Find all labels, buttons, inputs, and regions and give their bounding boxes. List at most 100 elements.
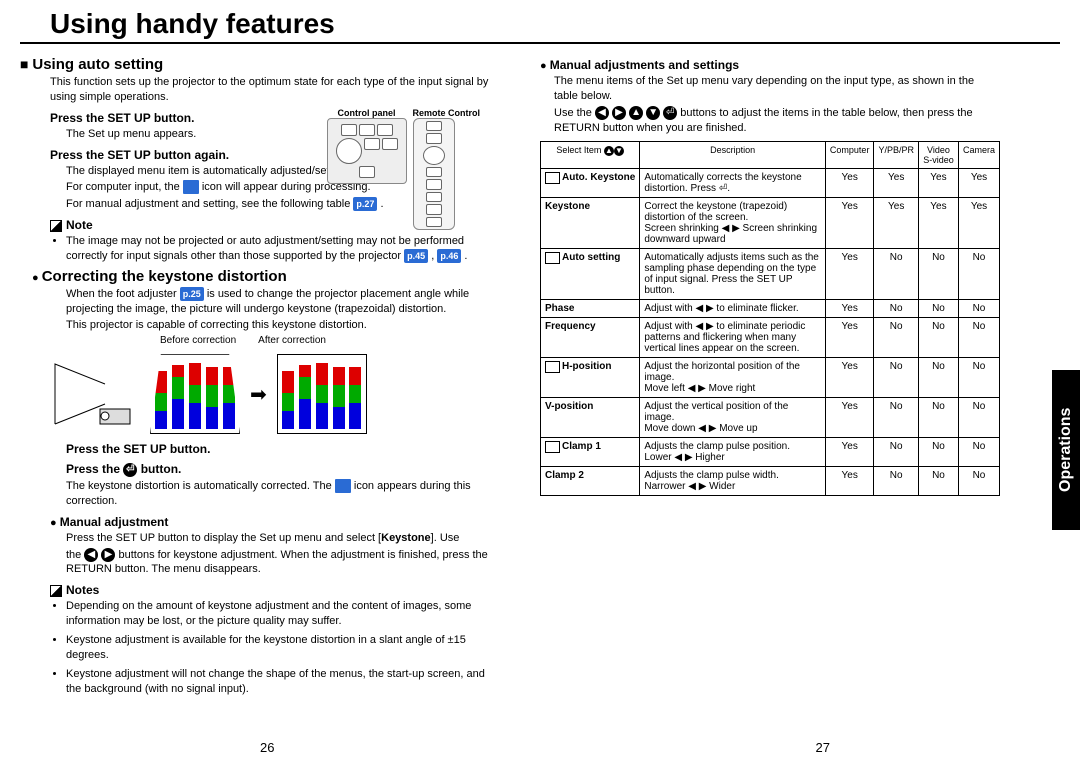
device-illustration: Control panel Remote Control <box>327 108 481 230</box>
row-value: No <box>874 318 919 358</box>
manual-p1: Press the SET UP button to display the S… <box>20 531 500 546</box>
row-value: No <box>918 438 958 467</box>
row-name: V-position <box>541 398 640 438</box>
row-desc: Adjust the vertical position of the imag… <box>640 398 826 438</box>
row-value: No <box>918 398 958 438</box>
right-icon: ▶ <box>101 548 115 562</box>
text: the <box>66 549 84 561</box>
processing-icon <box>183 180 199 194</box>
row-value: No <box>958 300 999 318</box>
row-value: No <box>874 300 919 318</box>
settings-table: Select Item ▲▼ Description Computer Y/PB… <box>540 141 1000 496</box>
table-row: V-positionAdjust the vertical position o… <box>541 398 1000 438</box>
page-ref-46: p.46 <box>437 249 461 263</box>
page-number-right: 27 <box>816 740 830 755</box>
row-value: No <box>918 300 958 318</box>
text: For manual adjustment and setting, see t… <box>66 198 353 210</box>
row-name: Frequency <box>541 318 640 358</box>
auto-setting-desc: This function sets up the projector to t… <box>20 75 500 105</box>
notes-heading: Notes <box>20 583 500 597</box>
right-p2: Use the ◀ ▶ ▲ ▼ ⏎ buttons to adjust the … <box>540 106 1000 136</box>
side-tab-operations: Operations <box>1052 370 1080 530</box>
text: Press the <box>66 462 123 476</box>
text: When the foot adjuster <box>66 288 180 300</box>
text-bold: Keystone <box>381 532 431 544</box>
row-value: Yes <box>825 358 874 398</box>
text: . <box>464 250 467 262</box>
down-icon: ▼ <box>646 106 660 120</box>
row-value: No <box>958 398 999 438</box>
row-icon <box>545 441 560 453</box>
keystone-figure: ➡ <box>50 354 500 434</box>
row-name: Clamp 1 <box>541 438 640 467</box>
page-title: Using handy features <box>20 0 1060 44</box>
k-step2: Press the ⏎ button. <box>20 462 500 477</box>
th-computer: Computer <box>825 142 874 169</box>
note-list: The image may not be projected or auto a… <box>20 234 500 264</box>
text: Press the SET UP button to display the S… <box>66 532 381 544</box>
enter-icon: ⏎ <box>663 106 677 120</box>
row-value: No <box>874 358 919 398</box>
row-value: Yes <box>825 249 874 300</box>
notes-item: Keystone adjustment will not change the … <box>66 667 500 697</box>
up-icon: ▲ <box>629 106 643 120</box>
row-icon <box>545 361 560 373</box>
table-row: Clamp 1Adjusts the clamp pulse position.… <box>541 438 1000 467</box>
row-value: Yes <box>825 438 874 467</box>
row-name: Auto. Keystone <box>541 169 640 198</box>
row-value: No <box>874 438 919 467</box>
row-value: No <box>874 467 919 496</box>
page-number-left: 26 <box>260 740 274 755</box>
row-value: Yes <box>825 318 874 358</box>
row-value: No <box>874 249 919 300</box>
text: button. <box>141 462 182 476</box>
right-icon: ▶ <box>612 106 626 120</box>
row-value: No <box>958 467 999 496</box>
heading-manual-settings: Manual adjustments and settings <box>540 58 1000 72</box>
keystone-p1: When the foot adjuster p.25 is used to c… <box>20 287 500 317</box>
chart-after <box>277 354 367 434</box>
row-name: Auto setting <box>541 249 640 300</box>
row-value: Yes <box>918 169 958 198</box>
page-ref-25: p.25 <box>180 287 204 301</box>
row-value: No <box>958 358 999 398</box>
th-ypbpr: Y/PB/PR <box>874 142 919 169</box>
th-desc: Description <box>640 142 826 169</box>
row-value: No <box>918 358 958 398</box>
table-row: KeystoneCorrect the keystone (trapezoid)… <box>541 198 1000 249</box>
table-row: FrequencyAdjust with ◀ ▶ to eliminate pe… <box>541 318 1000 358</box>
row-value: No <box>918 318 958 358</box>
row-value: Yes <box>825 300 874 318</box>
row-desc: Adjust with ◀ ▶ to eliminate flicker. <box>640 300 826 318</box>
row-name: Clamp 2 <box>541 467 640 496</box>
heading-auto-setting: Using auto setting <box>20 56 500 73</box>
row-value: No <box>958 318 999 358</box>
left-icon: ◀ <box>84 548 98 562</box>
row-desc: Adjust the horizontal position of the im… <box>640 358 826 398</box>
notes-list: Depending on the amount of keystone adju… <box>20 599 500 696</box>
row-desc: Adjusts the clamp pulse width. Narrower … <box>640 467 826 496</box>
control-panel-label: Control panel <box>327 108 407 118</box>
row-desc: Adjust with ◀ ▶ to eliminate periodic pa… <box>640 318 826 358</box>
row-value: No <box>918 249 958 300</box>
row-value: Yes <box>825 467 874 496</box>
chart-before <box>150 354 240 434</box>
note-item: The image may not be projected or auto a… <box>66 234 500 264</box>
row-value: Yes <box>825 198 874 249</box>
projector-icon <box>50 359 140 429</box>
text: For computer input, the <box>66 181 183 193</box>
text: ]. Use <box>431 532 460 544</box>
right-p1: The menu items of the Set up menu vary d… <box>540 74 1000 104</box>
arrow-icon: ➡ <box>250 382 267 407</box>
row-desc: Adjusts the clamp pulse position. Lower … <box>640 438 826 467</box>
row-desc: Correct the keystone (trapezoid) distort… <box>640 198 826 249</box>
row-name: Phase <box>541 300 640 318</box>
text: The keystone distortion is automatically… <box>66 480 335 492</box>
row-desc: Automatically adjusts items such as the … <box>640 249 826 300</box>
row-value: Yes <box>825 398 874 438</box>
table-row: H-positionAdjust the horizontal position… <box>541 358 1000 398</box>
th-camera: Camera <box>958 142 999 169</box>
correction-icon <box>335 479 351 493</box>
k-step2-t: The keystone distortion is automatically… <box>20 479 500 509</box>
row-icon <box>545 252 560 264</box>
